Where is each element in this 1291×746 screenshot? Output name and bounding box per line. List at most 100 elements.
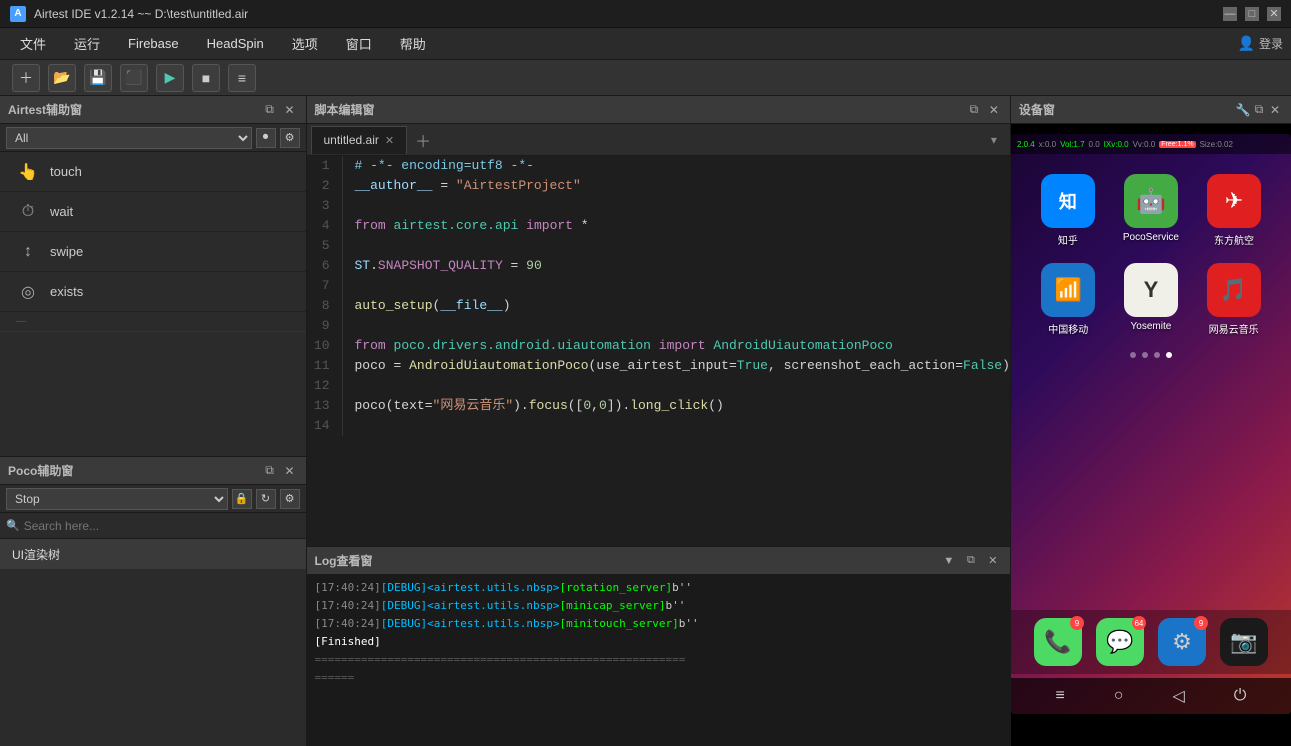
dock-messages[interactable]: 💬 64 (1096, 618, 1144, 666)
airtest-settings-btn[interactable]: ⚙ (280, 128, 300, 148)
app-eastern-air[interactable]: ✈ 东方航空 (1207, 174, 1261, 247)
ui-tree-item[interactable]: UI渲染树 (0, 539, 306, 569)
log-line-3: [17:40:24][DEBUG]<airtest.utils.nbsp>[mi… (315, 615, 1002, 633)
airtest-filter-select[interactable]: All (6, 127, 252, 149)
airtest-items-list: 👆 touch ⏱ wait ↕ swipe ◎ exists — (0, 152, 306, 332)
maximize-button[interactable]: □ (1245, 7, 1259, 21)
left-panel: Airtest辅助窗 ⧉ ✕ All ⏺ ⚙ 👆 touch ⏱ wait (0, 96, 307, 746)
code-line-8: 8 auto_setup(__file__) (307, 296, 1010, 316)
code-line-11: 11 poco = AndroidUiautomationPoco(use_ai… (307, 356, 1010, 376)
app-music[interactable]: 🎵 网易云音乐 (1207, 263, 1261, 336)
toolbar-stop[interactable]: ■ (192, 64, 220, 92)
toolbar-save[interactable]: 💾 (84, 64, 112, 92)
menu-options[interactable]: 选项 (280, 30, 330, 57)
nav-back-btn[interactable]: ◁ (1172, 686, 1184, 706)
poco-search-input[interactable] (24, 519, 300, 533)
log-close-btn[interactable]: ✕ (984, 552, 1002, 570)
log-panel: Log查看窗 ▼ ⧉ ✕ [17:40:24][DEBUG]<airtest.u… (307, 546, 1010, 746)
dock-camera[interactable]: 📷 (1220, 618, 1268, 666)
app-zhihu[interactable]: 知 知乎 (1041, 174, 1095, 247)
app-cmobile[interactable]: 📶 中国移动 (1041, 263, 1095, 336)
log-line-1: [17:40:24][DEBUG]<airtest.utils.nbsp>[ro… (315, 579, 1002, 597)
poco-lock-btn[interactable]: 🔒 (232, 489, 252, 509)
exists-icon: ◎ (16, 280, 40, 304)
poco-refresh-btn[interactable]: ↻ (256, 489, 276, 509)
menu-bar: 文件 运行 Firebase HeadSpin 选项 窗口 帮助 👤 登录 (0, 28, 1291, 60)
poco-panel-close[interactable]: ✕ (282, 463, 298, 479)
app-grid-row2: 📶 中国移动 Y Yosemite 🎵 (1011, 255, 1291, 344)
log-filter-btn[interactable]: ▼ (940, 552, 958, 570)
log-panel-header: Log查看窗 ▼ ⧉ ✕ (307, 547, 1010, 575)
page-dot-3 (1154, 352, 1160, 358)
poco-settings-btn[interactable]: ⚙ (280, 489, 300, 509)
airtest-item-touch[interactable]: 👆 touch (0, 152, 306, 192)
right-panel: 设备窗 🔧 ⧉ ✕ 2.0.4 x:0.0 Vol:1.7 0.0 IXv:0.… (1011, 96, 1291, 746)
toolbar: ＋ 📂 💾 ⬛ ▶ ■ ≡ (0, 60, 1291, 96)
poco-panel-undock[interactable]: ⧉ (262, 463, 278, 479)
airtest-record-btn[interactable]: ⏺ (256, 128, 276, 148)
phone-status-bar: 2.0.4 x:0.0 Vol:1.7 0.0 IXv:0.0 Vv:0.0 F… (1011, 134, 1291, 154)
airtest-filter-bar: All ⏺ ⚙ (0, 124, 306, 152)
tab-add-button[interactable]: ＋ (411, 128, 435, 152)
script-editor-close[interactable]: ✕ (986, 102, 1002, 118)
dock-phone[interactable]: 📞 9 (1034, 618, 1082, 666)
code-line-7: 7 (307, 276, 1010, 296)
code-line-9: 9 (307, 316, 1010, 336)
device-undock-btn[interactable]: ⧉ (1251, 102, 1267, 118)
poco-panel-title: Poco辅助窗 (8, 462, 258, 479)
airtest-item-exists[interactable]: ◎ exists (0, 272, 306, 312)
poco-search-bar: 🔍 (0, 513, 306, 539)
code-editor[interactable]: 1 # -*- encoding=utf8 -*- 2 __author__ =… (307, 156, 1010, 546)
poco-controls-bar: Stop 🔒 ↻ ⚙ (0, 485, 306, 513)
airtest-item-wait[interactable]: ⏱ wait (0, 192, 306, 232)
airtest-panel-undock[interactable]: ⧉ (262, 102, 278, 118)
toolbar-save-all[interactable]: ⬛ (120, 64, 148, 92)
log-undock-btn[interactable]: ⧉ (962, 552, 980, 570)
toolbar-add[interactable]: ＋ (12, 64, 40, 92)
poco-mode-select[interactable]: Stop (6, 488, 228, 510)
menu-file[interactable]: 文件 (8, 30, 58, 57)
app-pocoservice[interactable]: 🤖 PocoService (1123, 174, 1179, 247)
window-controls: — □ ✕ (1223, 7, 1281, 21)
code-line-6: 6 ST.SNAPSHOT_QUALITY = 90 (307, 256, 1010, 276)
toolbar-open[interactable]: 📂 (48, 64, 76, 92)
script-editor-title: 脚本编辑窗 (315, 101, 962, 118)
poco-assistant-panel: Poco辅助窗 ⧉ ✕ Stop 🔒 ↻ ⚙ 🔍 UI渲染树 (0, 456, 306, 746)
log-content: [17:40:24][DEBUG]<airtest.utils.nbsp>[ro… (307, 575, 1010, 746)
nav-home-btn[interactable]: ○ (1114, 687, 1124, 705)
script-editor: 脚本编辑窗 ⧉ ✕ untitled.air ✕ ＋ ▾ 1 # -*- enc… (307, 96, 1010, 546)
menu-help[interactable]: 帮助 (388, 30, 438, 57)
tab-menu-button[interactable]: ▾ (982, 128, 1006, 152)
dock-settings[interactable]: ⚙ 9 (1158, 618, 1206, 666)
airtest-panel-title: Airtest辅助窗 (8, 101, 258, 118)
toolbar-run[interactable]: ▶ (156, 64, 184, 92)
device-screen: 2.0.4 x:0.0 Vol:1.7 0.0 IXv:0.0 Vv:0.0 F… (1011, 124, 1291, 746)
script-editor-header: 脚本编辑窗 ⧉ ✕ (307, 96, 1010, 124)
airtest-item-swipe[interactable]: ↕ swipe (0, 232, 306, 272)
swipe-icon: ↕ (16, 240, 40, 264)
menu-window[interactable]: 窗口 (334, 30, 384, 57)
menu-run[interactable]: 运行 (62, 30, 112, 57)
editor-tab-untitled[interactable]: untitled.air ✕ (311, 126, 408, 154)
script-editor-undock[interactable]: ⧉ (966, 102, 982, 118)
log-line-2: [17:40:24][DEBUG]<airtest.utils.nbsp>[mi… (315, 597, 1002, 615)
app-yosemite[interactable]: Y Yosemite (1124, 263, 1178, 336)
device-close-btn[interactable]: ✕ (1267, 102, 1283, 118)
nav-power-btn[interactable]: ⏻ (1234, 687, 1247, 705)
minimize-button[interactable]: — (1223, 7, 1237, 21)
tab-close-btn[interactable]: ✕ (385, 134, 394, 147)
code-line-12: 12 (307, 376, 1010, 396)
phone-nav-bar: ≡ ○ ◁ ⏻ (1011, 678, 1291, 714)
ui-tree-label: UI渲染树 (12, 546, 60, 563)
nav-menu-btn[interactable]: ≡ (1055, 687, 1064, 705)
log-separator: ========================================… (315, 651, 1002, 669)
menu-firebase[interactable]: Firebase (116, 32, 191, 55)
wait-icon: ⏱ (16, 200, 40, 224)
login-button[interactable]: 👤 登录 (1238, 35, 1283, 52)
device-tools-btn[interactable]: 🔧 (1235, 102, 1251, 118)
close-button[interactable]: ✕ (1267, 7, 1281, 21)
toolbar-menu[interactable]: ≡ (228, 64, 256, 92)
menu-headspin[interactable]: HeadSpin (195, 32, 276, 55)
airtest-panel-close[interactable]: ✕ (282, 102, 298, 118)
wait-label: wait (50, 204, 73, 219)
